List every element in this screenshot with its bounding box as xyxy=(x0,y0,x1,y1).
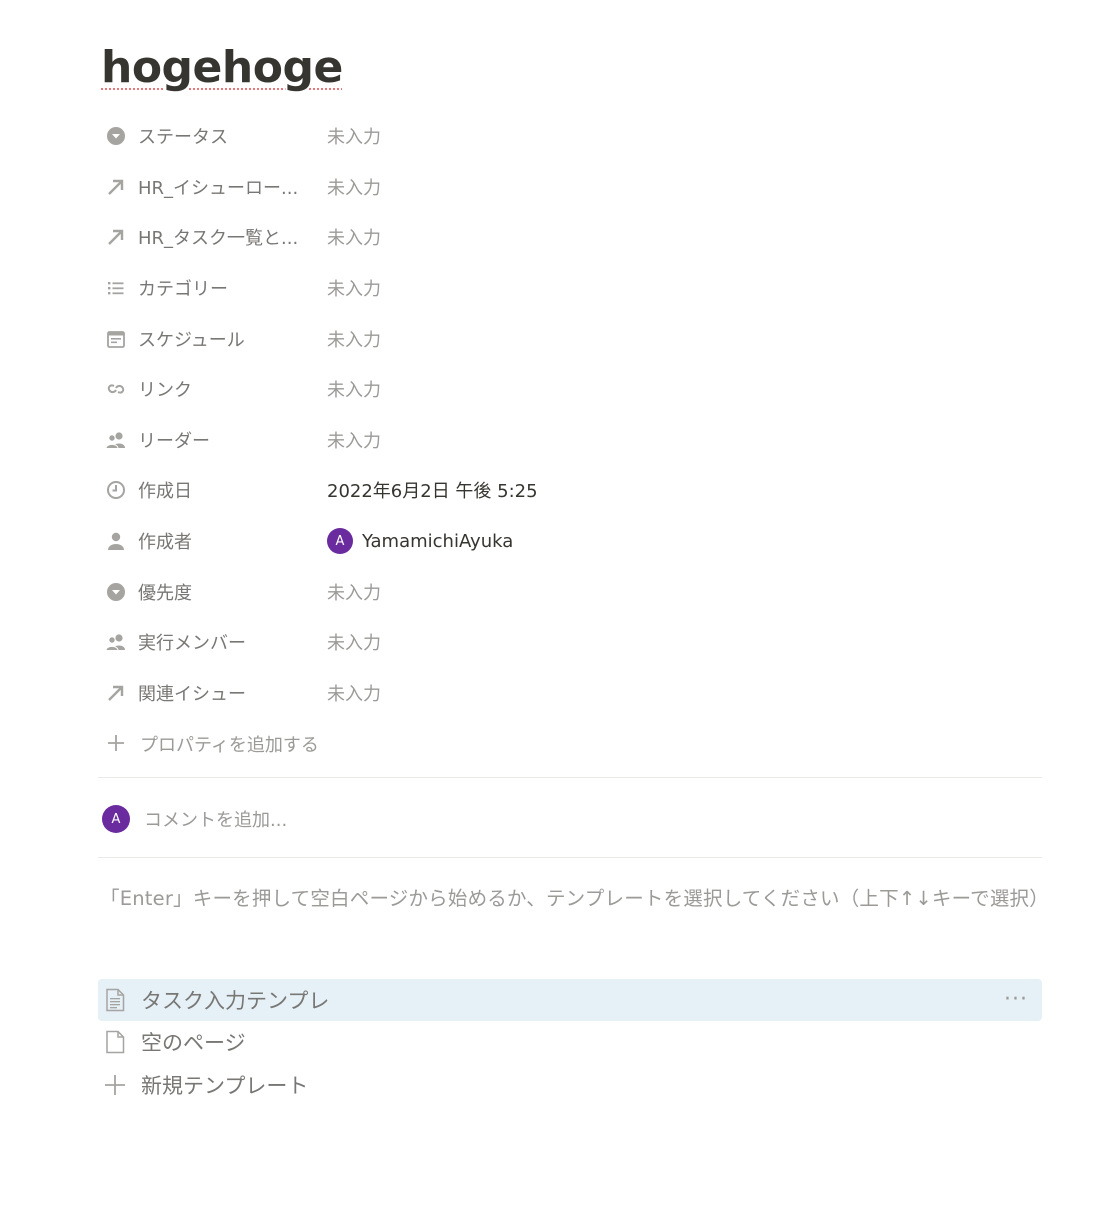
template-label: 空のページ xyxy=(141,1031,246,1055)
add-property-label: プロパティを追加する xyxy=(140,735,319,756)
person-icon xyxy=(105,530,127,552)
empty-page-icon xyxy=(104,1030,126,1054)
clock-icon xyxy=(105,479,127,501)
property-value[interactable]: 未入力 xyxy=(327,123,381,149)
property-label: カテゴリー xyxy=(138,279,228,301)
property-label: 関連イシュー xyxy=(138,683,246,705)
property-row-created-by[interactable]: 作成者 A YamamichiAyuka xyxy=(98,516,1042,567)
property-row-schedule[interactable]: スケジュール 未入力 xyxy=(98,313,1042,364)
template-hint: 「Enter」キーを押して空白ページから始めるか、テンプレートを選択してください… xyxy=(100,887,1049,910)
plus-icon xyxy=(106,733,126,757)
divider xyxy=(98,857,1042,858)
page-title[interactable]: hogehoge xyxy=(101,38,343,98)
divider xyxy=(98,777,1042,778)
relation-arrow-icon xyxy=(105,176,127,198)
property-row-created-time[interactable]: 作成日 2022年6月2日 午後 5:25 xyxy=(98,465,1042,516)
property-label: スケジュール xyxy=(138,329,245,351)
select-icon xyxy=(105,581,127,603)
property-label: リンク xyxy=(138,380,192,402)
property-label: 作成日 xyxy=(138,481,192,503)
property-value[interactable]: 未入力 xyxy=(327,376,381,402)
relation-arrow-icon xyxy=(105,226,127,248)
template-item-empty-page[interactable]: 空のページ xyxy=(98,1021,1042,1063)
plus-icon xyxy=(104,1073,126,1097)
property-row-priority[interactable]: 優先度 未入力 xyxy=(98,566,1042,617)
property-label: リーダー xyxy=(138,430,210,452)
property-row-leader[interactable]: リーダー 未入力 xyxy=(98,415,1042,466)
property-value[interactable]: 未入力 xyxy=(327,174,381,200)
people-icon xyxy=(105,429,127,451)
property-label: 実行メンバー xyxy=(138,633,246,655)
property-list: ステータス 未入力 HR_イシューロー... 未入力 HR_タスク一覧と... … xyxy=(98,111,1042,718)
template-item-task-input[interactable]: タスク入力テンプレ ··· xyxy=(98,979,1042,1021)
avatar: A xyxy=(327,528,353,555)
template-label: 新規テンプレート xyxy=(141,1074,309,1098)
property-row-status[interactable]: ステータス 未入力 xyxy=(98,111,1042,162)
template-label: タスク入力テンプレ xyxy=(141,989,330,1013)
property-row-members[interactable]: 実行メンバー 未入力 xyxy=(98,617,1042,668)
document-template-icon xyxy=(104,988,126,1012)
property-row-related-issue[interactable]: 関連イシュー 未入力 xyxy=(98,668,1042,719)
property-label: HR_タスク一覧と... xyxy=(138,228,299,250)
select-icon xyxy=(105,125,127,147)
property-row-hr-task-list[interactable]: HR_タスク一覧と... 未入力 xyxy=(98,212,1042,263)
property-value[interactable]: 未入力 xyxy=(327,326,381,352)
comment-input[interactable]: A コメントを追加... xyxy=(102,805,1002,833)
property-row-category[interactable]: カテゴリー 未入力 xyxy=(98,263,1042,314)
link-icon xyxy=(105,378,127,400)
calendar-icon xyxy=(105,328,127,350)
avatar: A xyxy=(102,805,130,833)
property-value[interactable]: 未入力 xyxy=(327,275,381,301)
relation-arrow-icon xyxy=(105,682,127,704)
new-template-button[interactable]: 新規テンプレート xyxy=(98,1064,1042,1106)
property-value[interactable]: 未入力 xyxy=(327,629,381,655)
more-options-icon[interactable]: ··· xyxy=(1004,989,1028,1011)
property-value[interactable]: 未入力 xyxy=(327,579,381,605)
list-icon xyxy=(105,277,127,299)
property-label: 優先度 xyxy=(138,582,192,604)
people-icon xyxy=(105,631,127,653)
property-value[interactable]: 未入力 xyxy=(327,427,381,453)
property-row-hr-issue-roadmap[interactable]: HR_イシューロー... 未入力 xyxy=(98,162,1042,213)
property-value[interactable]: 未入力 xyxy=(327,224,381,250)
property-label: ステータス xyxy=(138,127,228,149)
property-value: 2022年6月2日 午後 5:25 xyxy=(327,481,538,503)
add-property-button[interactable]: プロパティを追加する xyxy=(98,720,398,766)
property-value[interactable]: A YamamichiAyuka xyxy=(327,528,514,555)
comment-placeholder: コメントを追加... xyxy=(144,810,288,831)
property-label: HR_イシューロー... xyxy=(138,177,299,199)
property-row-link[interactable]: リンク 未入力 xyxy=(98,364,1042,415)
property-value[interactable]: 未入力 xyxy=(327,680,381,706)
property-label: 作成者 xyxy=(138,532,192,554)
user-name: YamamichiAyuka xyxy=(362,530,514,552)
